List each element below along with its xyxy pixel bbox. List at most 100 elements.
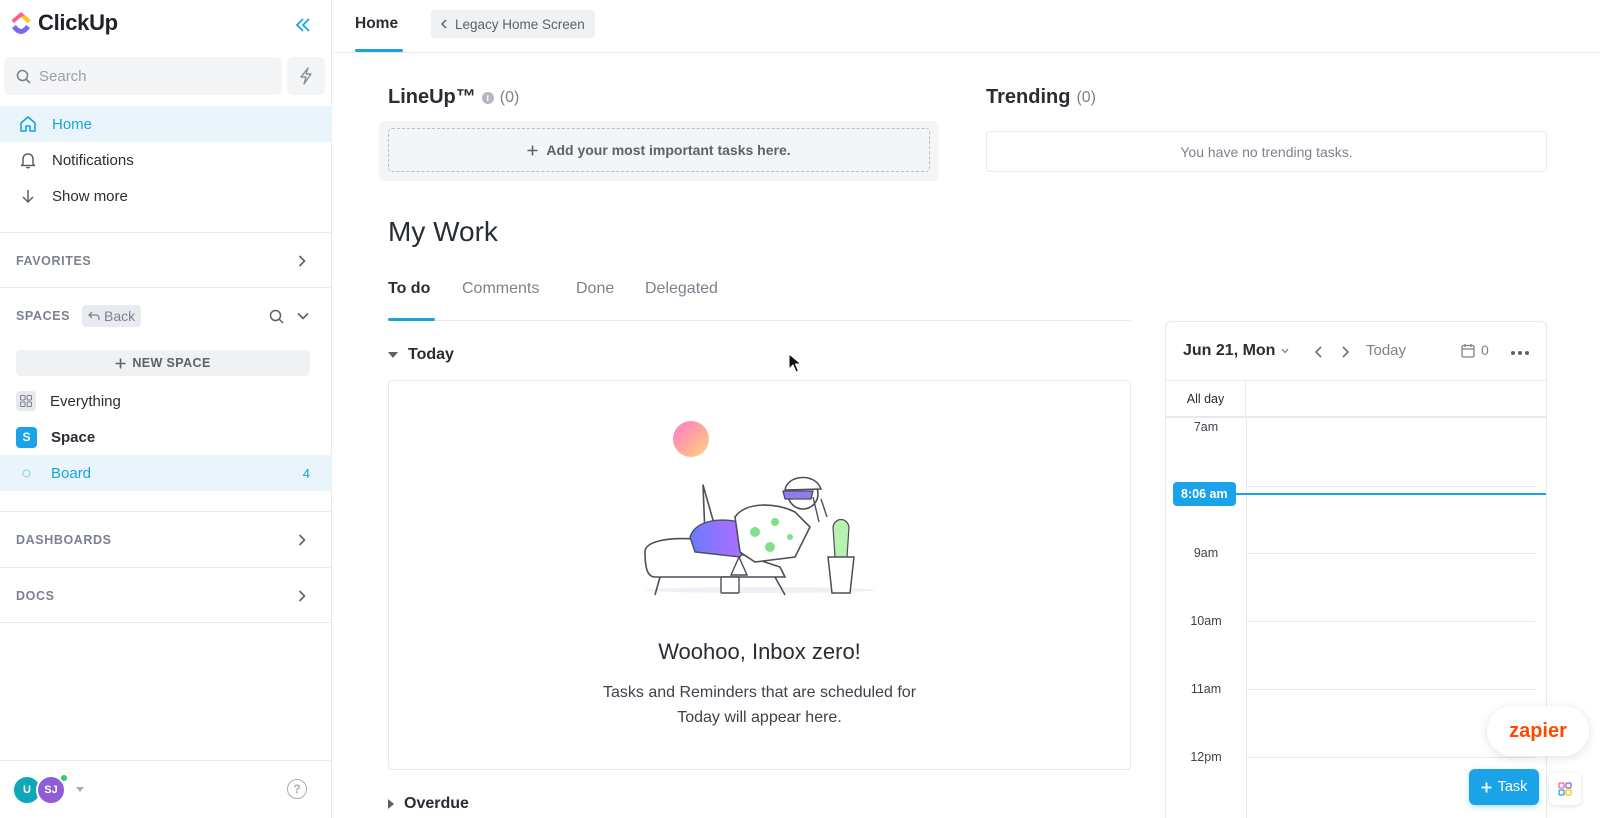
group-today-label: Today bbox=[408, 346, 454, 363]
sidebar-item-board[interactable]: Board 4 bbox=[0, 455, 332, 491]
sidebar-item-home[interactable]: Home bbox=[0, 106, 332, 142]
tab-delegated[interactable]: Delegated bbox=[645, 280, 718, 298]
sidebar-item-everything[interactable]: Everything bbox=[0, 383, 332, 419]
legacy-home-button[interactable]: Legacy Home Screen bbox=[431, 10, 595, 38]
list-status-icon bbox=[16, 468, 37, 478]
online-status-dot bbox=[59, 773, 69, 783]
docs-expand-button[interactable] bbox=[292, 586, 312, 606]
group-overdue-header[interactable]: Overdue bbox=[388, 795, 469, 813]
new-task-button[interactable]: Task bbox=[1469, 769, 1539, 805]
chevron-right-icon bbox=[298, 590, 306, 602]
hour-line bbox=[1247, 621, 1535, 622]
hour-label: 11am bbox=[1190, 682, 1222, 696]
caret-right-icon bbox=[388, 799, 394, 809]
collapse-sidebar-button[interactable] bbox=[292, 14, 314, 36]
chevron-down-icon bbox=[1281, 348, 1289, 354]
sidebar-item-label: Space bbox=[51, 428, 96, 446]
spaces-collapse-button[interactable] bbox=[293, 306, 313, 326]
new-space-label: NEW SPACE bbox=[132, 356, 211, 370]
calendar-date-picker[interactable]: Jun 21, Mon bbox=[1183, 342, 1289, 360]
sidebar-item-label: Home bbox=[52, 115, 93, 133]
clickup-logo[interactable]: ClickUp bbox=[10, 10, 118, 36]
hour-label: 9am bbox=[1193, 546, 1219, 560]
lineup-title: LineUp™ bbox=[388, 86, 476, 108]
undo-arrow-icon bbox=[88, 311, 100, 320]
sidebar-item-label: Everything bbox=[50, 392, 121, 410]
chevron-right-icon bbox=[1341, 346, 1349, 358]
docs-section-title[interactable]: DOCS bbox=[16, 589, 55, 603]
trending-title: Trending bbox=[986, 86, 1071, 108]
quick-action-button[interactable] bbox=[287, 57, 325, 95]
sidebar-item-label: Notifications bbox=[52, 151, 134, 169]
apps-button[interactable] bbox=[1549, 773, 1581, 805]
clickup-logo-icon bbox=[11, 12, 31, 34]
add-lineup-task-button[interactable]: Add your most important tasks here. bbox=[388, 128, 930, 172]
hour-label: 12pm bbox=[1190, 750, 1222, 764]
caret-down-icon[interactable] bbox=[76, 787, 84, 792]
chevron-right-icon bbox=[298, 534, 306, 546]
search-input[interactable] bbox=[39, 67, 239, 85]
group-today-header[interactable]: Today bbox=[388, 346, 454, 364]
new-space-button[interactable]: NEW SPACE bbox=[16, 350, 310, 376]
chevron-right-icon bbox=[298, 255, 306, 267]
inbox-zero-card: Woohoo, Inbox zero! Tasks and Reminders … bbox=[388, 380, 1131, 770]
hour-line bbox=[1247, 689, 1535, 690]
back-button[interactable]: Back bbox=[82, 305, 142, 327]
tab-home[interactable]: Home bbox=[355, 15, 398, 33]
favorites-expand-button[interactable] bbox=[292, 251, 312, 271]
search-icon bbox=[16, 69, 31, 84]
hour-line bbox=[1247, 757, 1535, 758]
calendar-today-button[interactable]: Today bbox=[1366, 342, 1406, 359]
add-lineup-label: Add your most important tasks here. bbox=[546, 142, 791, 158]
tab-to-do[interactable]: To do bbox=[388, 280, 430, 298]
calendar-date-label: Jun 21, Mon bbox=[1183, 342, 1276, 359]
home-icon bbox=[18, 114, 38, 134]
calendar-prev-button[interactable] bbox=[1308, 342, 1328, 362]
zapier-button[interactable]: zapier bbox=[1487, 706, 1589, 756]
search-icon bbox=[269, 309, 284, 324]
hour-line bbox=[1247, 486, 1535, 487]
help-button[interactable]: ? bbox=[287, 779, 307, 799]
sidebar-item-label: Board bbox=[51, 464, 92, 482]
calendar-task-count[interactable]: 0 bbox=[1461, 342, 1489, 358]
apps-grid-icon bbox=[1558, 782, 1572, 796]
divider bbox=[0, 232, 332, 233]
calendar-next-button[interactable] bbox=[1335, 342, 1355, 362]
lightning-icon bbox=[300, 67, 312, 85]
group-overdue-label: Overdue bbox=[404, 795, 469, 812]
inbox-zero-line: Tasks and Reminders that are scheduled f… bbox=[602, 684, 917, 701]
bell-icon bbox=[18, 150, 38, 170]
board-task-count: 4 bbox=[302, 465, 310, 481]
plus-icon bbox=[1481, 782, 1492, 792]
tab-comments[interactable]: Comments bbox=[462, 280, 539, 298]
relaxing-person-illustration bbox=[644, 421, 875, 596]
info-icon[interactable]: i bbox=[481, 91, 494, 104]
spaces-section-title: SPACES bbox=[16, 309, 71, 323]
trending-count: (0) bbox=[1076, 88, 1097, 106]
calendar-all-day-row: All day bbox=[1166, 380, 1546, 418]
search-box[interactable] bbox=[4, 57, 282, 95]
sidebar-item-space[interactable]: S Space bbox=[0, 419, 332, 455]
mouse-cursor-icon bbox=[788, 353, 802, 373]
new-task-label: Task bbox=[1497, 779, 1528, 795]
inbox-zero-description: Tasks and Reminders that are scheduled f… bbox=[389, 680, 1130, 730]
trending-empty-box: You have no trending tasks. bbox=[986, 131, 1547, 172]
tab-done[interactable]: Done bbox=[576, 280, 614, 298]
sidebar-item-show-more[interactable]: Show more bbox=[0, 178, 332, 214]
lineup-container: Add your most important tasks here. bbox=[379, 121, 939, 181]
tabs-divider bbox=[388, 320, 1131, 321]
dashboards-expand-button[interactable] bbox=[292, 530, 312, 550]
grid-icon bbox=[16, 391, 36, 411]
plus-icon bbox=[527, 145, 538, 155]
spaces-search-button[interactable] bbox=[266, 306, 286, 326]
current-time-badge: 8:06 am bbox=[1173, 482, 1236, 506]
legacy-home-label: Legacy Home Screen bbox=[455, 16, 585, 32]
app-root: ClickUp Home Notifications bbox=[0, 0, 1600, 818]
favorites-section-title[interactable]: FAVORITES bbox=[16, 254, 91, 268]
active-tab-indicator bbox=[355, 49, 403, 52]
lineup-count: (0) bbox=[499, 88, 520, 106]
dashboards-section-title[interactable]: DASHBOARDS bbox=[16, 533, 112, 547]
sidebar-item-notifications[interactable]: Notifications bbox=[0, 142, 332, 178]
calendar-icon bbox=[1461, 343, 1475, 358]
calendar-more-button[interactable] bbox=[1511, 342, 1529, 356]
